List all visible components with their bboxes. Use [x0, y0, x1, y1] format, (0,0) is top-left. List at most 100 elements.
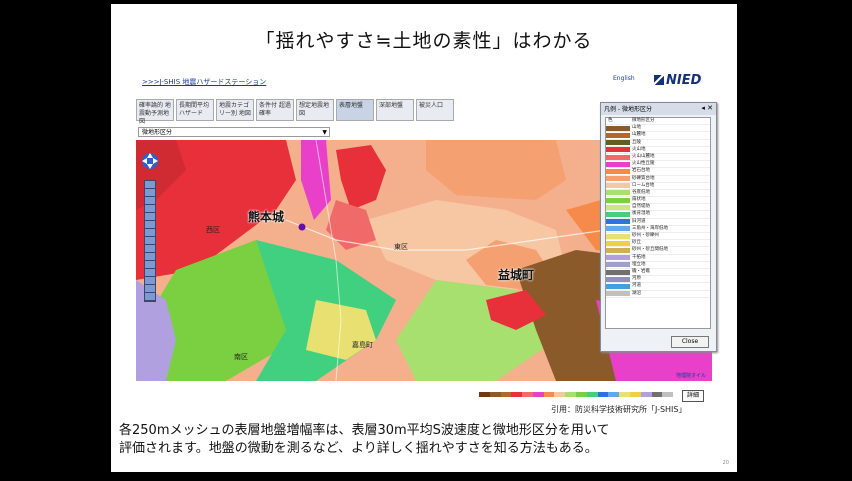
legend-swatch: [606, 204, 630, 210]
legend-item: 火山山麓地: [606, 154, 710, 162]
tab-bar: 確率論的 地震動予測地図 長期間平均 ハザード 地震カテゴリー別 地図 条件付 …: [136, 99, 604, 125]
map-label-kumamoto: 熊本城: [248, 210, 285, 224]
color-scale-segment: [608, 392, 620, 397]
map-label-higashi-ward: 東区: [394, 243, 408, 251]
color-scale-bar: [479, 392, 674, 397]
legend-swatch: [606, 276, 630, 282]
color-scale-segment: [500, 392, 512, 397]
color-scale-segment: [489, 392, 501, 397]
legend-item: 自然堤防: [606, 204, 710, 212]
legend-swatch: [606, 283, 630, 289]
legend-swatch: [606, 176, 630, 182]
tab-affected-population[interactable]: 被災人口: [416, 99, 454, 121]
caption-line-2: 評価されます。地盤の微動を測るなど、より詳しく揺れやすさを知る方法もある。: [119, 441, 598, 456]
legend-item: 河原: [606, 276, 710, 284]
legend-item-label: 扇状地: [632, 197, 646, 203]
color-scale-segment: [554, 392, 566, 397]
legend-swatch: [606, 219, 630, 225]
breadcrumb-link[interactable]: >>>J-SHIS 地震ハザードステーション: [142, 77, 266, 87]
slide-caption: 各250mメッシュの表層地盤増幅率は、表層30m平均S波速度と微地形区分を用いて…: [119, 422, 735, 458]
color-scale-segment: [522, 392, 533, 397]
legend-item-label: 火山地: [632, 146, 646, 152]
zoom-slider[interactable]: [144, 180, 156, 302]
map-label-kashima: 嘉島町: [352, 341, 373, 349]
color-scale-segment: [576, 392, 587, 397]
legend-item: 後背湿地: [606, 211, 710, 219]
legend-item: 三角州・海岸低地: [606, 226, 710, 233]
legend-item: 干拓地: [606, 255, 710, 262]
legend-item-label: 河道: [632, 283, 641, 289]
legend-close-button[interactable]: Close: [671, 336, 709, 348]
legend-item-label: 火山性丘陵: [632, 161, 655, 167]
legend-header: 凡例 - 微地形区分 ◂ ✕: [601, 103, 716, 115]
legend-item: 砂州・砂丘間低地: [606, 247, 710, 255]
legend-item-label: 後背湿地: [632, 211, 650, 217]
legend-item-label: 山麓地: [632, 132, 646, 138]
english-link[interactable]: English: [613, 75, 635, 82]
legend-swatch: [606, 168, 630, 174]
legend-item-label: 丘陵: [632, 139, 641, 145]
page-number: 20: [722, 460, 729, 466]
tab-probabilistic-map[interactable]: 確率論的 地震動予測地図: [136, 99, 174, 125]
legend-swatch: [606, 269, 630, 275]
legend-swatch: [606, 247, 630, 253]
legend-item: 河道: [606, 283, 710, 291]
color-scale-segment: [640, 392, 652, 397]
legend-item-label: 三角州・海岸低地: [632, 225, 668, 231]
legend-item: 砂州・砂礫州: [606, 233, 710, 241]
detail-button[interactable]: 詳細: [682, 390, 704, 402]
legend-item-label: 山地: [632, 125, 641, 131]
tab-scenario-map[interactable]: 想定地震地図: [296, 99, 334, 121]
legend-item: 山麓地: [606, 132, 710, 140]
tab-conditional-probability[interactable]: 条件付 超過確率: [256, 99, 294, 121]
tab-category-map[interactable]: 地震カテゴリー別 地図: [216, 99, 254, 121]
color-scale-segment: [586, 392, 598, 397]
tab-deep-ground[interactable]: 深部地盤: [376, 99, 414, 121]
legend-item: 旧河道: [606, 219, 710, 226]
legend-item-label: 河原: [632, 276, 641, 282]
legend-swatch: [606, 154, 630, 160]
legend-item-label: 旧河道: [632, 218, 646, 224]
legend-item-label: 湖沼: [632, 290, 641, 296]
nied-logo: NIED: [654, 73, 701, 88]
legend-swatch: [606, 132, 630, 138]
citation: 引用：防災科学技術研究所「J-SHIS」: [551, 405, 687, 414]
legend-swatch: [606, 161, 630, 167]
color-scale-segment: [651, 392, 663, 397]
legend-item-label: 砂礫質台地: [632, 175, 655, 181]
pan-control-icon[interactable]: [140, 150, 160, 172]
legend-window-controls[interactable]: ◂ ✕: [701, 104, 713, 112]
map-copyright[interactable]: 地理院タイル: [676, 372, 706, 379]
map-label-mashiki: 益城町: [498, 268, 535, 282]
legend-swatch: [606, 262, 630, 268]
legend-item-label: 谷底低地: [632, 189, 650, 195]
legend-header-row: 色 微地形区分: [606, 118, 710, 126]
tab-surface-ground[interactable]: 表層地盤: [336, 99, 374, 121]
layer-select[interactable]: 微地形区分 ▼: [138, 127, 330, 137]
legend-item: 丘陵: [606, 140, 710, 147]
legend-swatch: [606, 291, 630, 297]
map-label-nishi-ward: 西区: [206, 226, 220, 234]
legend-list[interactable]: 色 微地形区分 山地 山麓地 丘陵 火山地 火山山麓地 火山性丘陵 岩石台地 砂礫質台地 ローム…: [605, 117, 711, 329]
legend-item-label: 埋立地: [632, 261, 646, 267]
legend-swatch: [606, 212, 630, 218]
legend-swatch: [606, 255, 630, 261]
tab-long-term-hazard[interactable]: 長期間平均 ハザード: [176, 99, 214, 121]
legend-item-label: 自然堤防: [632, 204, 650, 210]
legend-item-label: 砂州・砂丘間低地: [632, 247, 668, 253]
legend-item-label: 磯・岩礁: [632, 268, 650, 274]
nied-logo-icon: [654, 75, 664, 85]
color-scale-segment: [479, 392, 490, 397]
caption-line-1: 各250mメッシュの表層地盤増幅率は、表層30m平均S波速度と微地形区分を用いて: [119, 423, 610, 438]
color-scale-segment: [597, 392, 609, 397]
legend-item: 岩石台地: [606, 168, 710, 176]
legend-item: 谷底低地: [606, 189, 710, 198]
legend-item: 湖沼: [606, 291, 710, 298]
legend-swatch: [606, 197, 630, 203]
color-scale-segment: [629, 392, 641, 397]
legend-item: 火山性丘陵: [606, 161, 710, 169]
legend-item-label: 岩石台地: [632, 168, 650, 174]
legend-swatch: [606, 233, 630, 239]
color-scale-segment: [619, 392, 630, 397]
slide-title: 「揺れやすさ≒土地の素性」はわかる: [255, 30, 593, 52]
